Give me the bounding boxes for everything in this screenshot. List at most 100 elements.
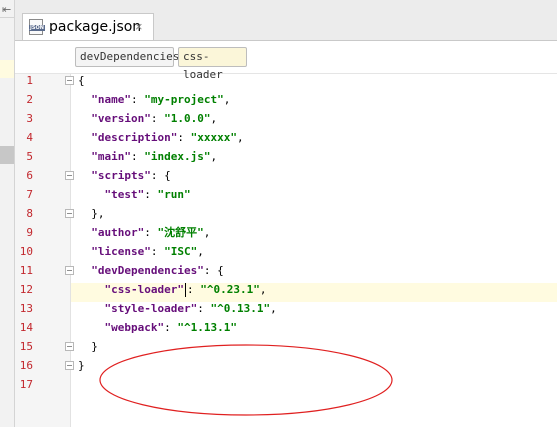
code-line[interactable]: "style-loader": "^0.13.1", [78,299,277,318]
code-line[interactable]: "description": "xxxxx", [78,128,244,147]
json-punctuation: { [78,74,85,87]
line-number: 9 [26,226,33,239]
line-number: 1 [26,74,33,87]
strip-scroll-marker[interactable] [0,146,14,164]
json-punctuation: : [177,131,191,144]
json-punctuation: : [131,150,145,163]
json-key: "webpack" [104,321,165,334]
json-key: "test" [104,188,145,201]
line-number: 7 [26,188,33,201]
strip-divider [0,17,14,18]
tab-title: package.json [49,19,142,35]
json-file-icon: JSON [29,19,45,35]
code-line[interactable]: "scripts": { [78,166,171,185]
line-number: 8 [26,207,33,220]
line-number: 11 [19,264,33,277]
json-punctuation [78,302,105,315]
json-key: "description" [91,131,178,144]
line-number: 5 [26,150,33,163]
line-number: 15 [19,340,33,353]
breadcrumb-devdependencies[interactable]: devDependencies [75,47,179,67]
line-number: 2 [26,93,33,106]
line-number: 6 [26,169,33,182]
code-line[interactable]: "main": "index.js", [78,147,217,166]
json-punctuation [78,131,91,144]
json-punctuation: , [223,93,231,106]
json-value: "my-project" [144,93,224,106]
close-tab-icon[interactable]: × [135,19,143,34]
fold-toggle-icon[interactable] [65,342,74,351]
json-punctuation [78,93,91,106]
line-number: 12 [19,283,33,296]
json-punctuation: , [203,226,211,239]
json-key: "css-loader" [104,283,184,296]
code-line[interactable]: "version": "1.0.0", [78,109,217,128]
line-number: 4 [26,131,33,144]
json-punctuation [78,283,105,296]
json-punctuation: } [78,359,85,372]
json-value: "1.0.0" [164,112,211,125]
json-value: "^0.23.1" [200,283,260,296]
fold-toggle-icon[interactable] [65,266,74,275]
left-tool-strip: ⇤ [0,0,15,427]
code-line[interactable]: "css-loader": "^0.23.1", [78,280,266,299]
code-line[interactable]: { [78,71,85,90]
json-value: "run" [157,188,191,201]
breadcrumb-css-loader[interactable]: css-loader [178,47,247,81]
fold-toggle-icon[interactable] [65,361,74,370]
fold-toggle-icon[interactable] [65,209,74,218]
json-value: "index.js" [144,150,211,163]
collapse-arrow-icon[interactable]: ⇤ [2,3,11,16]
code-line[interactable]: "devDependencies": { [78,261,224,280]
json-punctuation: : [186,283,201,296]
json-punctuation: } [78,340,98,353]
json-punctuation: : { [203,264,224,277]
strip-highlight [0,60,14,78]
line-number-gutter: 1 2 3 4 5 6 7 8 9 10 11 12 13 14 15 16 17 [15,74,74,427]
tab-package-json[interactable]: JSON package.json × [22,13,154,40]
code-line[interactable]: "name": "my-project", [78,90,230,109]
json-punctuation: : [144,226,158,239]
line-number: 14 [19,321,33,334]
json-value: "^1.13.1" [177,321,237,334]
json-punctuation [78,226,91,239]
json-punctuation: , [236,131,244,144]
json-punctuation: : [164,321,178,334]
code-line[interactable]: } [78,356,85,375]
json-value: "沈舒平" [157,226,204,239]
line-number: 17 [19,378,33,391]
code-line[interactable]: "author": "沈舒平", [78,223,210,242]
fold-toggle-icon[interactable] [65,76,74,85]
json-punctuation [78,150,91,163]
json-punctuation [78,321,105,334]
json-punctuation: : [197,302,211,315]
json-punctuation [78,169,91,182]
code-editor[interactable]: 1 2 3 4 5 6 7 8 9 10 11 12 13 14 15 16 17 { "name": "my-… [15,74,557,427]
code-line[interactable]: "license": "ISC", [78,242,204,261]
json-punctuation: : [131,93,145,106]
json-value: "xxxxx" [190,131,237,144]
editor-tab-bar: JSON package.json × [15,0,557,41]
json-key: "scripts" [91,169,151,182]
json-punctuation: : [150,245,165,258]
code-line[interactable]: "test": "run" [78,185,191,204]
fold-toggle-icon[interactable] [65,171,74,180]
breadcrumb: devDependencies css-loader [15,41,557,81]
json-punctuation: : [150,112,165,125]
red-annotation-ellipse [99,344,393,416]
json-punctuation [78,112,91,125]
code-line[interactable]: } [78,337,98,356]
line-number: 16 [19,359,33,372]
code-line[interactable]: }, [78,204,105,223]
json-key: "version" [91,112,151,125]
json-key: "style-loader" [104,302,198,315]
code-line[interactable]: "webpack": "^1.13.1" [78,318,237,337]
json-punctuation: }, [78,207,105,220]
json-punctuation: : { [150,169,171,182]
json-key: "devDependencies" [91,264,204,277]
json-value: "^0.13.1" [210,302,271,315]
json-key: "name" [91,93,131,106]
json-punctuation: , [259,283,267,296]
line-number: 13 [19,302,33,315]
json-key: "author" [91,226,145,239]
